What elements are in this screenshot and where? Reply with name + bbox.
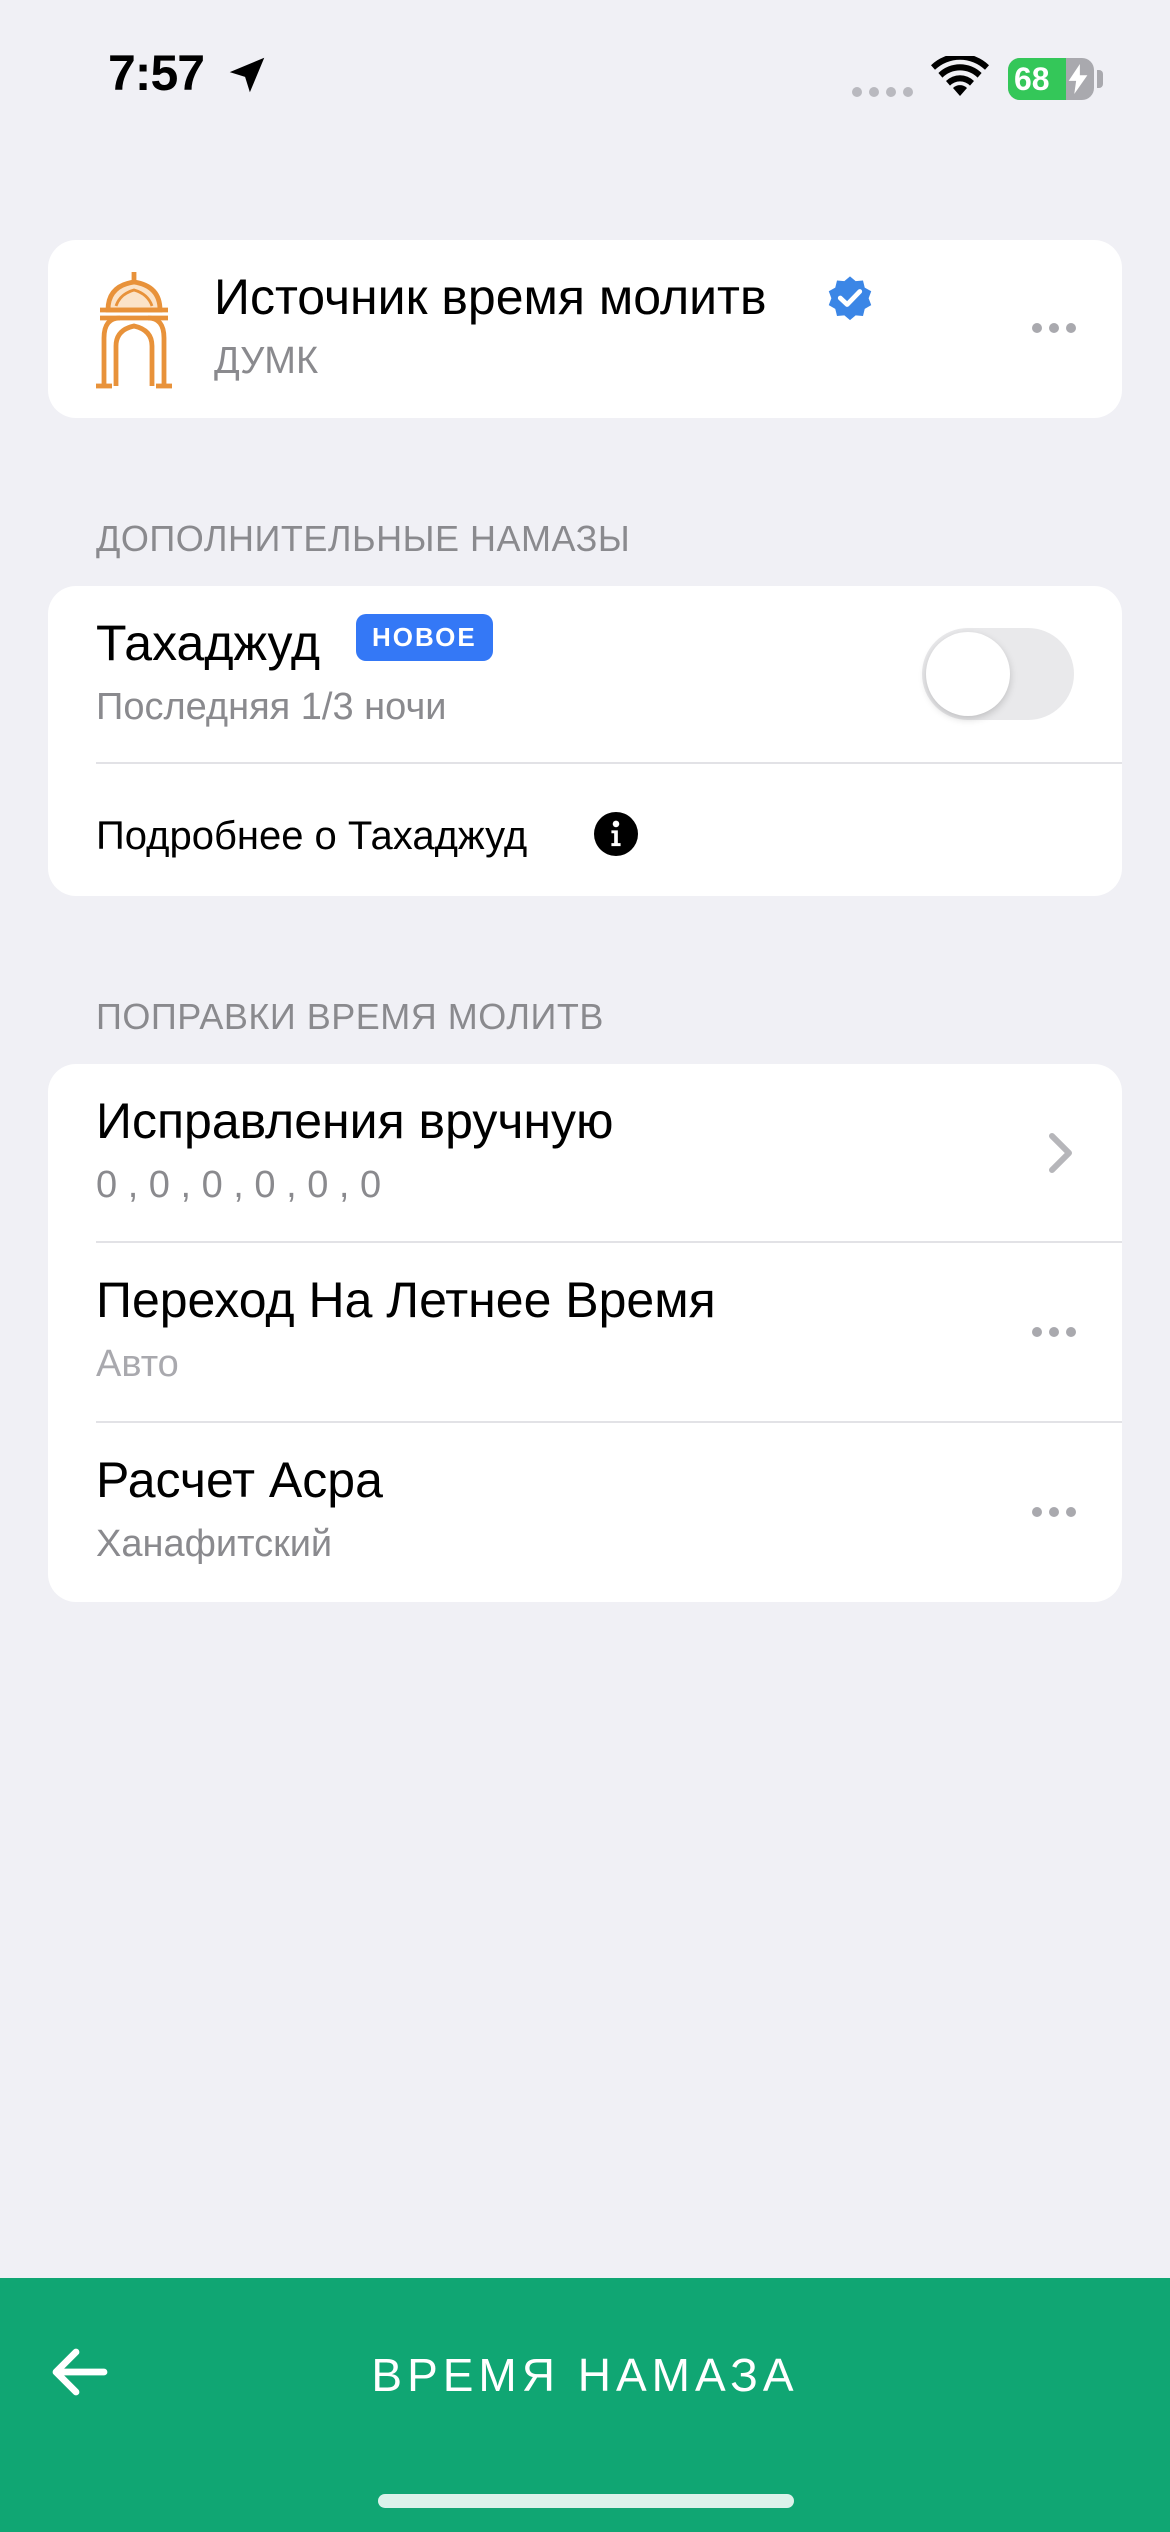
tahajjud-toggle[interactable]: [922, 628, 1074, 720]
manual-corrections-title: Исправления вручную: [96, 1093, 614, 1149]
charging-bolt-icon: [1068, 64, 1088, 94]
more-options-icon[interactable]: [1032, 323, 1076, 335]
status-time: 7:57: [108, 45, 205, 101]
tahajjud-more-info-link[interactable]: Подробнее о Тахаджуд: [96, 814, 527, 859]
asr-calculation-row[interactable]: Расчет Асра Ханафитский: [48, 1423, 1122, 1601]
more-options-icon[interactable]: [1032, 1507, 1076, 1519]
battery-cap: [1097, 70, 1103, 88]
extra-prayers-card: Тахаджуд НОВОЕ Последняя 1/3 ночи Подроб…: [48, 586, 1122, 896]
tahajjud-row: Тахаджуд НОВОЕ Последняя 1/3 ночи: [48, 586, 1122, 764]
info-icon[interactable]: [594, 812, 638, 856]
daylight-saving-row[interactable]: Переход На Летнее Время Авто: [48, 1243, 1122, 1421]
manual-corrections-row[interactable]: Исправления вручную 0 , 0 , 0 , 0 , 0 , …: [48, 1064, 1122, 1242]
source-subtitle: ДУМК: [214, 340, 319, 382]
more-options-icon[interactable]: [1032, 1327, 1076, 1339]
status-bar: 7:57 68: [0, 0, 1170, 150]
asr-calculation-value: Ханафитский: [96, 1523, 333, 1565]
verified-badge-icon: [828, 276, 872, 321]
cellular-signal-icon: [852, 84, 920, 102]
toggle-knob: [926, 632, 1010, 716]
bottom-navigation-bar: ВРЕМЯ НАМАЗА: [0, 2278, 1170, 2532]
adjustments-card: Исправления вручную 0 , 0 , 0 , 0 , 0 , …: [48, 1064, 1122, 1602]
mosque-icon: [96, 272, 172, 389]
source-title: Источник время молитв: [214, 269, 767, 325]
chevron-right-icon: [1049, 1133, 1072, 1173]
battery-icon: 68: [1008, 58, 1094, 100]
divider: [96, 762, 1122, 764]
location-arrow-icon: [229, 57, 265, 93]
asr-calculation-title: Расчет Асра: [96, 1452, 383, 1508]
daylight-saving-title: Переход На Летнее Время: [96, 1272, 716, 1328]
section-header-adjustments: ПОПРАВКИ ВРЕМЯ МОЛИТВ: [96, 996, 604, 1037]
tahajjud-subtitle: Последняя 1/3 ночи: [96, 686, 447, 728]
manual-corrections-value: 0 , 0 , 0 , 0 , 0 , 0: [96, 1164, 382, 1206]
daylight-saving-value: Авто: [96, 1343, 179, 1385]
wifi-icon: [931, 56, 989, 96]
tahajjud-title: Тахаджуд: [96, 615, 321, 671]
screen-title: ВРЕМЯ НАМАЗА: [371, 2349, 799, 2401]
section-header-extra-prayers: ДОПОЛНИТЕЛЬНЫЕ НАМАЗЫ: [96, 518, 631, 559]
prayer-source-card[interactable]: Источник время молитв ДУМК: [48, 240, 1122, 418]
battery-level: 68: [1014, 61, 1050, 97]
home-indicator[interactable]: [378, 2494, 794, 2508]
new-badge: НОВОЕ: [356, 614, 493, 661]
